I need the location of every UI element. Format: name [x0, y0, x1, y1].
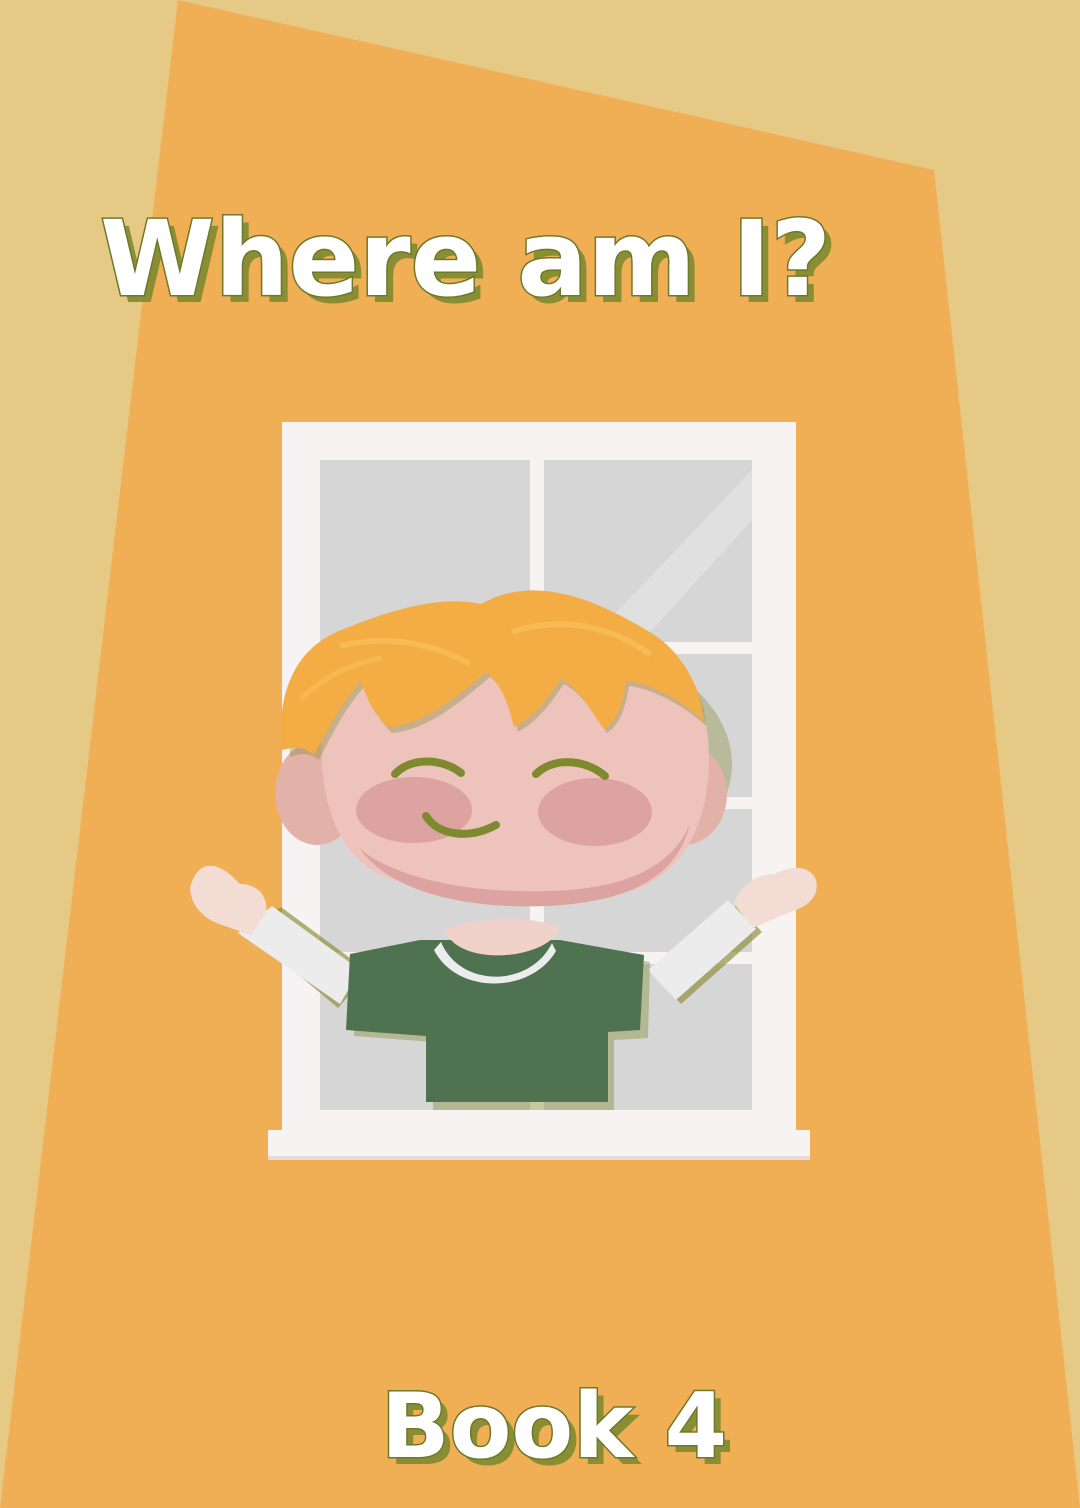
right-cheek	[538, 778, 652, 846]
cover-title: Where am I?	[100, 198, 831, 320]
book-cover: Where am I? Where am I? Book 4 Book 4	[0, 0, 1080, 1508]
window-sill	[268, 1130, 810, 1160]
cover-subtitle: Book 4	[381, 1374, 727, 1479]
window-sill-edge	[268, 1156, 810, 1160]
